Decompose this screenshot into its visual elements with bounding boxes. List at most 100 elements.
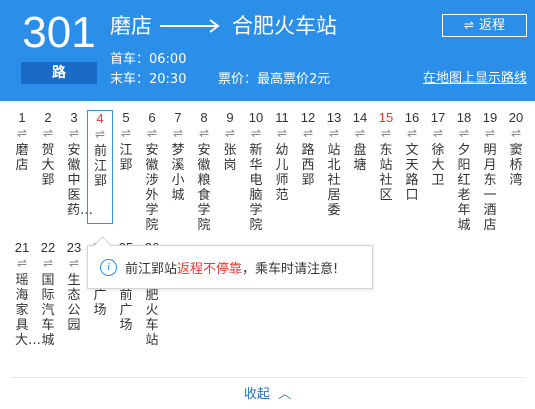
stop-item[interactable]: 1 ⇌ 磨店: [9, 110, 35, 173]
stop-notice-tooltip: i 前江郢站 返程不停靠 ，乘车时请注意!: [87, 245, 373, 289]
stop-name: 站北社居委: [327, 143, 341, 218]
stop-item[interactable]: 16 ⇌ 文天路口: [399, 110, 425, 203]
direction-arrows-icon: ⇌: [484, 126, 496, 140]
stop-item[interactable]: 11 ⇌ 幼儿师范: [269, 110, 295, 203]
stop-name: 窦桥湾: [509, 143, 523, 188]
stop-item[interactable]: 17 ⇌ 徐大卫: [425, 110, 451, 188]
return-trip-label: 返程: [479, 18, 506, 33]
stop-number: 12: [300, 110, 316, 125]
direction-arrows-icon: ⇌: [458, 126, 470, 140]
stop-item[interactable]: 9 ⇌ 张岗: [217, 110, 243, 173]
stop-item[interactable]: 3 ⇌ 安徽中医药…: [61, 110, 94, 218]
stop-number: 1: [18, 110, 26, 125]
route-number: 301: [22, 8, 96, 57]
footer-divider: [10, 377, 525, 378]
stop-item[interactable]: 5 ⇌ 江郢: [113, 110, 139, 173]
stop-item[interactable]: 19 ⇌ 明月东一酒店: [477, 110, 503, 233]
stop-item[interactable]: 20 ⇌ 窦桥湾: [503, 110, 529, 188]
stop-number: 20: [508, 110, 524, 125]
stop-number: 17: [430, 110, 446, 125]
direction-arrows-icon: ⇌: [172, 126, 184, 140]
stop-name: 瑶海家具大…: [15, 273, 42, 348]
stop-name: 夕阳红老年城: [457, 143, 471, 233]
stop-name: 安徽涉外学院: [145, 143, 159, 233]
stop-name: 新华电脑学院: [249, 143, 263, 233]
stop-number: 7: [174, 110, 182, 125]
direction-arrows-icon: ⇌: [120, 126, 132, 140]
stop-name: 安徽中医药…: [67, 143, 94, 218]
stop-name: 明月东一酒店: [483, 143, 497, 233]
stop-item[interactable]: 23 ⇌ 生态公园: [61, 240, 87, 333]
stop-name: 徐大卫: [431, 143, 445, 188]
direction-arrows-icon: ⇌: [510, 126, 522, 140]
direction-arrows-icon: ⇌: [16, 126, 28, 140]
info-icon: i: [100, 258, 117, 276]
direction-arrows-icon: ⇌: [42, 126, 54, 140]
stop-item[interactable]: 10 ⇌ 新华电脑学院: [243, 110, 269, 233]
stop-name: 安徽粮食学院: [197, 143, 211, 233]
stop-name: 前江郢: [94, 144, 108, 189]
fare-info: 票价：最高票价2元: [218, 72, 331, 87]
stop-number: 16: [404, 110, 420, 125]
direction-arrows-icon: ⇌: [198, 126, 210, 140]
direction-arrows-icon: ⇌: [328, 126, 340, 140]
stop-item[interactable]: 15 ⇌ 东站社区: [373, 110, 399, 203]
route-unit-badge: 路: [21, 62, 97, 84]
stop-number: 18: [456, 110, 472, 125]
route-header: 301 路 磨店 合肥火车站 ⇌ 返程 首车：06:00 末车：20:30 票价…: [0, 0, 535, 101]
stop-name: 幼儿师范: [275, 143, 289, 203]
direction-arrows-icon: ⇌: [68, 126, 80, 140]
tooltip-warning: 返程不停靠: [177, 261, 243, 277]
stop-item[interactable]: 8 ⇌ 安徽粮食学院: [191, 110, 217, 233]
direction-arrows-icon: ⇌: [68, 256, 80, 270]
stop-number: 9: [226, 110, 234, 125]
stop-name: 磨店: [15, 143, 29, 173]
stop-item[interactable]: 7 ⇌ 梦溪小城: [165, 110, 191, 203]
stop-item[interactable]: 6 ⇌ 安徽涉外学院: [139, 110, 165, 233]
first-bus-time: 首车：06:00: [110, 52, 187, 67]
stop-item[interactable]: 21 ⇌ 瑶海家具大…: [9, 240, 42, 348]
stop-name: 文天路口: [405, 143, 419, 203]
swap-arrows-icon: ⇌: [463, 18, 475, 32]
stop-item[interactable]: 12 ⇌ 路西郢: [295, 110, 321, 188]
stop-item[interactable]: 13 ⇌ 站北社居委: [321, 110, 347, 218]
last-bus-time: 末车：20:30: [110, 72, 187, 87]
stop-number: 3: [70, 110, 78, 125]
stop-name: 梦溪小城: [171, 143, 185, 203]
stop-name: 东站社区: [379, 143, 393, 203]
stop-number: 14: [352, 110, 368, 125]
chevron-up-icon: ︿: [278, 387, 292, 402]
stop-number: 22: [40, 240, 56, 255]
direction-arrows-icon: ⇌: [42, 256, 54, 270]
stop-item[interactable]: 4 ⇌ 前江郢: [87, 110, 113, 224]
return-trip-button[interactable]: ⇌ 返程: [442, 14, 527, 37]
direction-arrows-icon: ⇌: [94, 127, 106, 141]
stop-item[interactable]: 18 ⇌ 夕阳红老年城: [451, 110, 477, 233]
direction-arrows-icon: ⇌: [302, 126, 314, 140]
stop-name: 江郢: [119, 143, 133, 173]
direction-arrows-icon: ⇌: [354, 126, 366, 140]
stop-item[interactable]: 2 ⇌ 贺大郢: [35, 110, 61, 188]
direction-arrows-icon: ⇌: [406, 126, 418, 140]
stop-number: 10: [248, 110, 264, 125]
stop-number: 5: [122, 110, 130, 125]
stop-number: 4: [96, 111, 104, 126]
tooltip-rest: ，乘车时请注意!: [242, 261, 339, 277]
stop-number: 2: [44, 110, 52, 125]
stop-number: 8: [200, 110, 208, 125]
stop-number: 23: [66, 240, 82, 255]
stop-name: 张岗: [223, 143, 237, 173]
stop-number: 6: [148, 110, 156, 125]
stop-name: 国际汽车城: [41, 273, 55, 348]
route-destination: 合肥火车站: [232, 14, 337, 38]
stop-name: 路西郢: [301, 143, 315, 188]
stop-item[interactable]: 14 ⇌ 盘塘: [347, 110, 373, 173]
stop-item[interactable]: 22 ⇌ 国际汽车城: [35, 240, 61, 348]
collapse-button[interactable]: 收起 ︿: [0, 386, 535, 403]
collapse-label: 收起: [243, 387, 270, 402]
stop-number: 11: [275, 110, 289, 125]
stop-name: 盘塘: [353, 143, 367, 173]
direction-arrows-icon: ⇌: [250, 126, 262, 140]
direction-arrows-icon: ⇌: [276, 126, 288, 140]
show-route-on-map-link[interactable]: 在地图上显示路线: [423, 70, 527, 87]
